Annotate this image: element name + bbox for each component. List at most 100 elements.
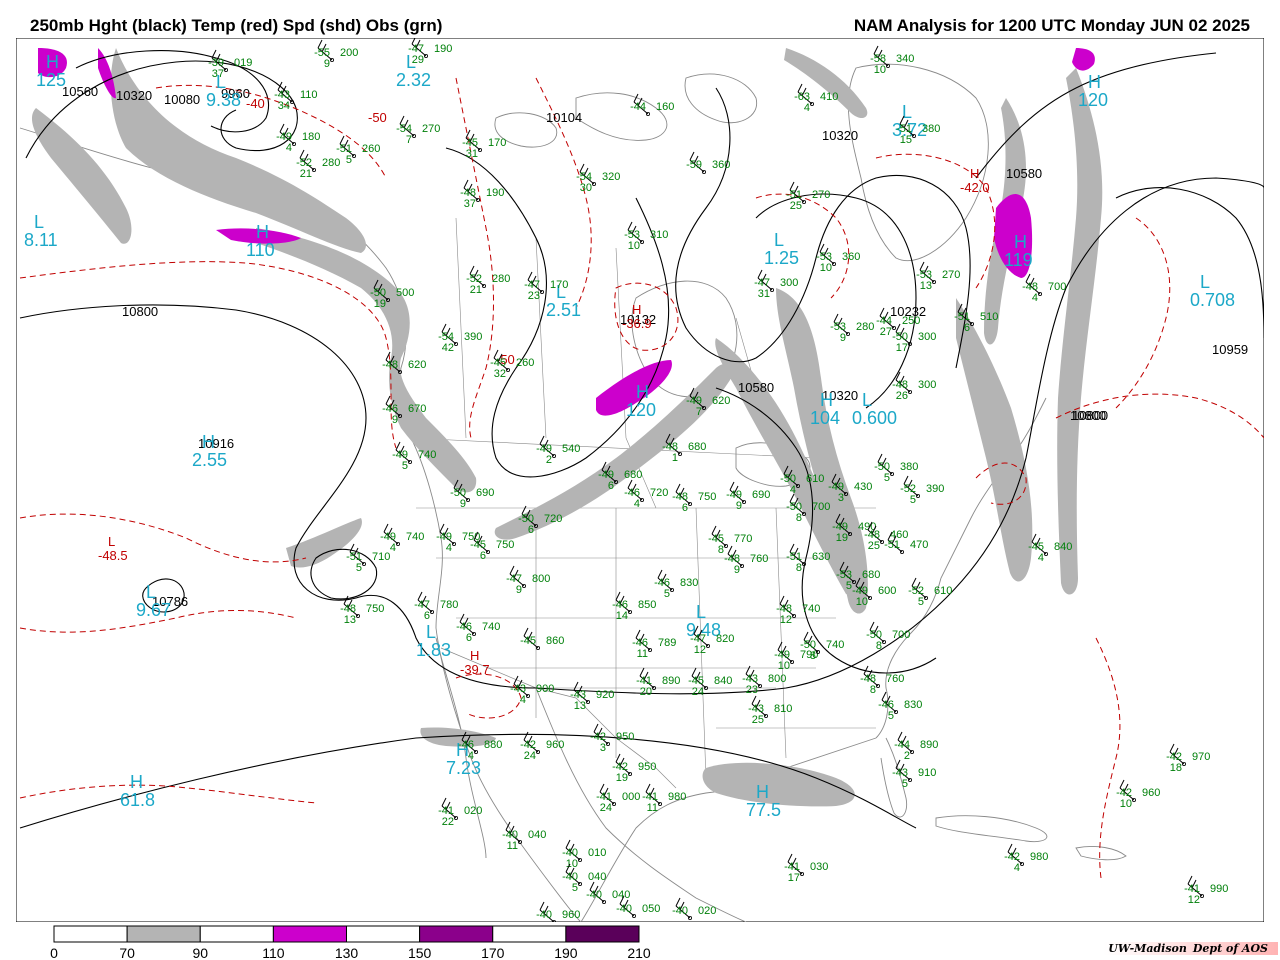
obs-height: 740	[802, 603, 820, 615]
obs-height: 260	[362, 143, 380, 155]
obs-height: 380	[900, 461, 918, 473]
obs-temperature: -51	[884, 539, 900, 551]
obs-secondary: 25	[752, 714, 764, 726]
chart-title: 250mb Hght (black) Temp (red) Spd (shd) …	[30, 16, 443, 35]
obs-height: 110	[300, 89, 318, 101]
obs-secondary: 4	[446, 542, 452, 554]
obs-height: 720	[650, 487, 668, 499]
obs-height: 170	[550, 279, 568, 291]
obs-secondary: 5	[402, 460, 408, 472]
obs-secondary: 25	[868, 540, 880, 552]
obs-temperature: -45	[520, 635, 536, 647]
obs-secondary: 5	[572, 882, 578, 894]
obs-height: 960	[1142, 787, 1160, 799]
obs-secondary: 21	[470, 284, 482, 296]
legend-tick-label: 170	[481, 945, 505, 960]
obs-secondary: 18	[1170, 762, 1182, 774]
obs-height: 700	[892, 629, 910, 641]
obs-height: 340	[896, 53, 914, 65]
obs-height: 510	[980, 311, 998, 323]
obs-height: 620	[408, 359, 426, 371]
obs-secondary: 4	[634, 498, 640, 510]
legend-bin-150-170	[419, 925, 494, 943]
obs-temperature: -59	[686, 159, 702, 171]
obs-secondary: 5	[846, 580, 852, 592]
temperature-label: -50	[368, 110, 387, 125]
obs-temperature: -40	[672, 905, 688, 917]
legend-tick-label: 130	[335, 945, 359, 960]
obs-height: 360	[842, 251, 860, 263]
obs-height: 040	[528, 829, 546, 841]
obs-temperature: -40	[586, 889, 602, 901]
obs-secondary: 4	[790, 484, 796, 496]
obs-secondary: 9	[324, 58, 330, 70]
legend-bin-90-110	[199, 925, 274, 943]
obs-secondary: 5	[888, 710, 894, 722]
obs-height: 020	[464, 805, 482, 817]
obs-secondary: 34	[278, 100, 290, 112]
obs-secondary: 5	[902, 778, 908, 790]
obs-secondary: 6	[608, 480, 614, 492]
obs-height: 740	[418, 449, 436, 461]
obs-secondary: 22	[442, 816, 454, 828]
height-label: 10320	[116, 88, 152, 103]
obs-secondary: 10	[778, 660, 790, 672]
obs-secondary: 7	[696, 406, 702, 418]
obs-height: 750	[496, 539, 514, 551]
obs-height: 900	[536, 683, 554, 695]
height-label: 10580	[1006, 166, 1042, 181]
obs-secondary: 9	[460, 498, 466, 510]
obs-secondary: 4	[1032, 292, 1038, 304]
obs-secondary: 9	[840, 332, 846, 344]
obs-secondary: 6	[528, 524, 534, 536]
obs-secondary: 24	[600, 802, 612, 814]
obs-height: 970	[1192, 751, 1210, 763]
obs-height: 310	[650, 229, 668, 241]
obs-height: 710	[372, 551, 390, 563]
obs-secondary: 4	[804, 102, 810, 114]
obs-secondary: 4	[468, 750, 474, 762]
obs-secondary: 15	[900, 134, 912, 146]
obs-secondary: 20	[640, 686, 652, 698]
obs-height: 270	[942, 269, 960, 281]
obs-height: 620	[712, 395, 730, 407]
obs-secondary: 19	[836, 532, 848, 544]
obs-height: 680	[688, 441, 706, 453]
obs-height: 600	[878, 585, 896, 597]
legend-bin-170-190	[492, 925, 567, 943]
obs-secondary: 19	[374, 298, 386, 310]
obs-secondary: 14	[616, 610, 628, 622]
legend-tick-label: 150	[408, 945, 432, 960]
obs-height: 810	[774, 703, 792, 715]
obs-secondary: 11	[647, 802, 658, 814]
legend-tick-label: 0	[50, 945, 58, 960]
height-label: 10800	[122, 304, 158, 319]
obs-secondary: 12	[694, 644, 706, 656]
obs-secondary: 5	[356, 562, 362, 574]
obs-secondary: 10	[628, 240, 640, 252]
legend-tick-label: 90	[192, 945, 208, 960]
obs-secondary: 4	[520, 694, 526, 706]
obs-secondary: 9	[392, 414, 398, 426]
obs-secondary: 10	[874, 64, 886, 76]
obs-secondary: 21	[300, 168, 312, 180]
obs-height: 540	[562, 443, 580, 455]
obs-secondary: 6	[964, 322, 970, 334]
obs-height: 019	[234, 57, 252, 69]
obs-height: 780	[440, 599, 458, 611]
obs-secondary: 17	[788, 872, 800, 884]
obs-secondary: 17	[896, 342, 908, 354]
obs-height: 910	[918, 767, 936, 779]
obs-temperature: -44	[630, 101, 646, 113]
obs-secondary: 37	[212, 68, 224, 80]
obs-height: 950	[616, 731, 634, 743]
obs-secondary: 6	[480, 550, 486, 562]
obs-height: 820	[716, 633, 734, 645]
obs-height: 190	[486, 187, 504, 199]
height-label: 10080	[164, 92, 200, 107]
obs-height: 760	[886, 673, 904, 685]
obs-secondary: 29	[412, 54, 424, 66]
obs-height: 270	[812, 189, 830, 201]
obs-height: 470	[910, 539, 928, 551]
obs-secondary: 37	[464, 198, 476, 210]
